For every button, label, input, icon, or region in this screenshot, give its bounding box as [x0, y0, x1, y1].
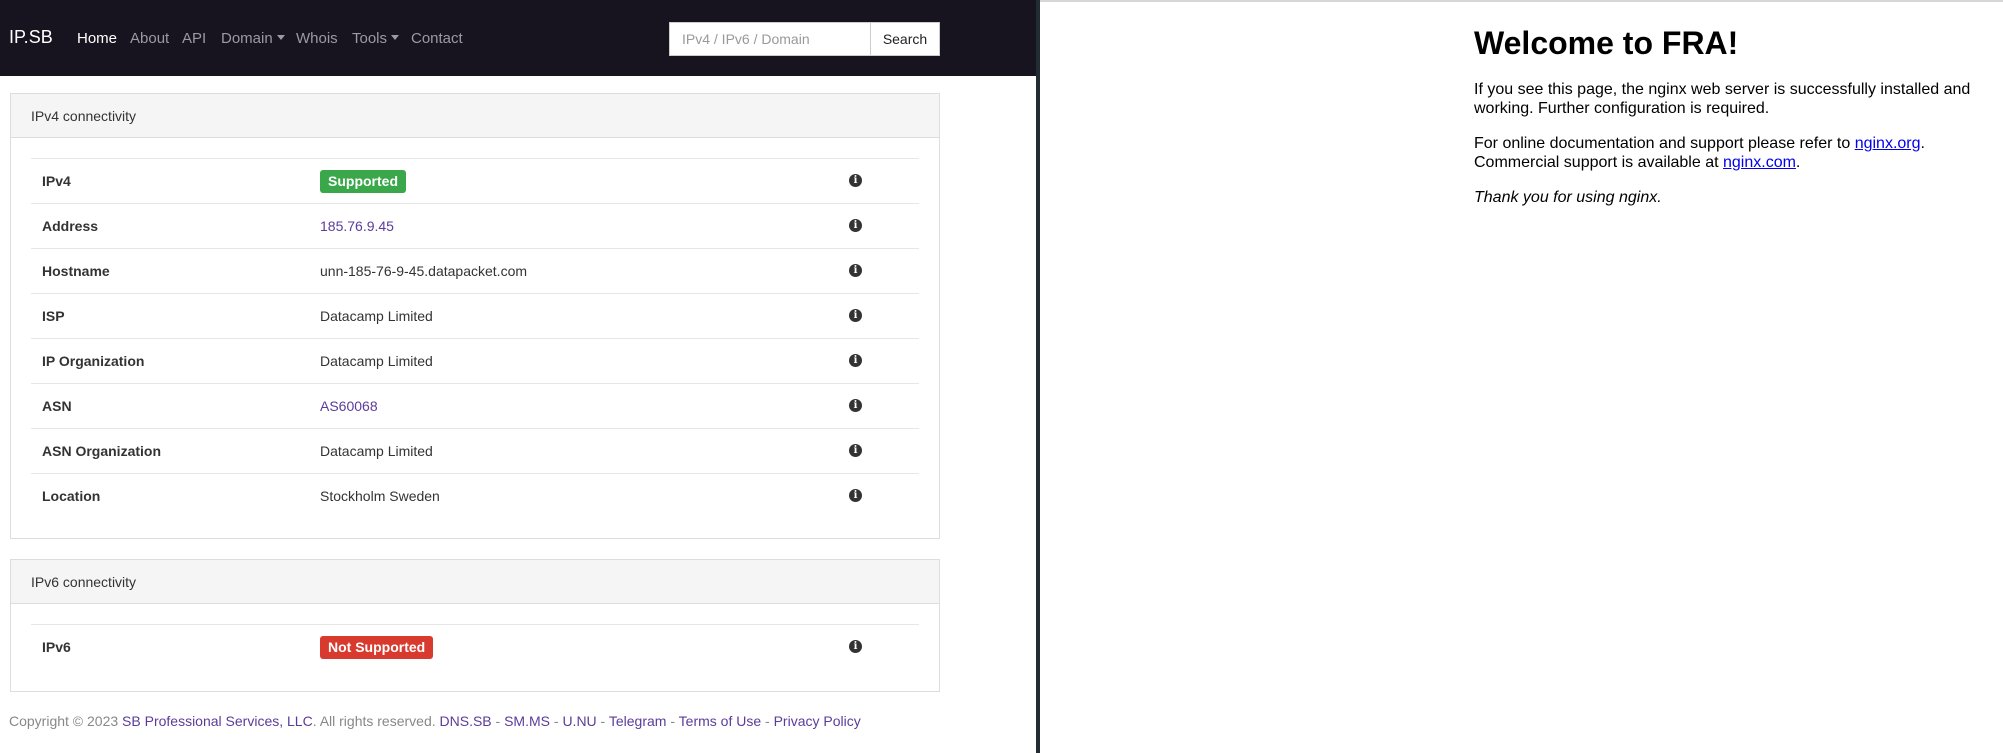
hostname-value: unn-185-76-9-45.datapacket.com: [320, 263, 528, 279]
copyright-text: Copyright © 2023: [9, 713, 123, 729]
asn-link[interactable]: AS60068: [320, 398, 378, 414]
footer-separator: -: [666, 713, 679, 729]
row-label: ASN: [42, 398, 72, 414]
nav-tools-label: Tools: [352, 30, 388, 47]
nav-api[interactable]: API: [182, 30, 206, 47]
ipv6-panel: IPv6 connectivity IPv6 Not Supported i: [10, 559, 940, 692]
row-label: Location: [42, 488, 101, 504]
status-badge-not-supported: Not Supported: [320, 636, 434, 659]
status-badge-supported: Supported: [320, 170, 406, 193]
nginx-paragraph-1: If you see this page, the nginx web serv…: [1474, 81, 1971, 117]
brand-logo[interactable]: IP.SB: [9, 27, 53, 48]
nav-tools-dropdown[interactable]: Tools: [352, 30, 400, 47]
footer-separator: -: [491, 713, 505, 729]
nav-home[interactable]: Home: [77, 30, 117, 47]
nginx-text: For online documentation and support ple…: [1474, 135, 1855, 152]
footer-link-sm-ms[interactable]: SM.MS: [504, 713, 550, 729]
nav-domain-dropdown[interactable]: Domain: [221, 30, 285, 47]
table-row-ip-organization: IP Organization Datacamp Limited i: [31, 338, 919, 383]
info-icon[interactable]: i: [849, 354, 862, 367]
footer: Copyright © 2023 SB Professional Service…: [9, 713, 861, 729]
footer-link-telegram[interactable]: Telegram: [609, 713, 667, 729]
info-icon[interactable]: i: [849, 219, 862, 232]
footer-link-terms[interactable]: Terms of Use: [679, 713, 761, 729]
info-icon[interactable]: i: [849, 444, 862, 457]
page-title: Welcome to FRA!: [1474, 25, 1739, 61]
table-row-ipv4: IPv4 Supported i: [31, 158, 919, 203]
info-icon[interactable]: i: [849, 489, 862, 502]
company-link[interactable]: SB Professional Services, LLC: [122, 713, 313, 729]
nginx-content: Welcome to FRA! If you see this page, th…: [1474, 24, 1974, 223]
asn-organization-value: Datacamp Limited: [320, 443, 433, 459]
nginx-paragraph-3: Thank you for using nginx.: [1474, 188, 1974, 207]
nav-contact[interactable]: Contact: [411, 30, 463, 47]
table-row-ipv6: IPv6 Not Supported i: [31, 624, 919, 669]
nginx-text: .: [1920, 135, 1925, 152]
nav-about[interactable]: About: [130, 30, 169, 47]
search-input[interactable]: [669, 22, 871, 56]
ipv6-panel-heading: IPv6 connectivity: [11, 560, 939, 604]
row-label: Address: [42, 218, 99, 234]
isp-value: Datacamp Limited: [320, 308, 433, 324]
nginx-text: .: [1795, 154, 1801, 171]
footer-separator: -: [596, 713, 609, 729]
table-row-asn: ASN AS60068 i: [31, 383, 919, 428]
navbar: IP.SB Home About API Domain Whois Tools …: [0, 0, 1036, 76]
footer-separator: -: [549, 713, 563, 729]
nav-whois[interactable]: Whois: [296, 30, 338, 47]
ipsb-window: IP.SB Home About API Domain Whois Tools …: [0, 0, 1036, 753]
nav-domain-label: Domain: [221, 30, 273, 47]
table-row-hostname: Hostname unn-185-76-9-45.datapacket.com …: [31, 248, 919, 293]
nginx-paragraph-2: For online documentation and support ple…: [1474, 134, 1974, 172]
footer-link-privacy[interactable]: Privacy Policy: [774, 713, 861, 729]
nginx-window: Welcome to FRA! If you see this page, th…: [1040, 0, 2003, 753]
row-label: IP Organization: [42, 353, 145, 369]
info-icon[interactable]: i: [849, 399, 862, 412]
nginx-thanks: Thank you for using nginx.: [1474, 189, 1662, 206]
location-value: Stockholm Sweden: [320, 488, 440, 504]
info-icon[interactable]: i: [849, 309, 862, 322]
row-label: IPv4: [42, 173, 71, 189]
table-row-address: Address 185.76.9.45 i: [31, 203, 919, 248]
row-label: ISP: [42, 308, 65, 324]
info-icon[interactable]: i: [849, 264, 862, 277]
table-row-asn-organization: ASN Organization Datacamp Limited i: [31, 428, 919, 473]
info-icon[interactable]: i: [849, 174, 862, 187]
ip-organization-value: Datacamp Limited: [320, 353, 433, 369]
ipv4-panel: IPv4 connectivity IPv4 Supported i Addre…: [10, 93, 940, 539]
row-label: ASN Organization: [42, 443, 162, 459]
table-row-location: Location Stockholm Sweden i: [31, 473, 919, 518]
nginx-com-link[interactable]: nginx.com: [1723, 154, 1796, 171]
table-row-isp: ISP Datacamp Limited i: [31, 293, 919, 338]
info-icon[interactable]: i: [849, 640, 862, 653]
ip-address-link[interactable]: 185.76.9.45: [320, 218, 394, 234]
footer-link-dns-sb[interactable]: DNS.SB: [440, 713, 492, 729]
search-button[interactable]: Search: [870, 22, 940, 56]
rights-text: . All rights reserved.: [312, 713, 440, 729]
nginx-text: Commercial support is available at: [1474, 154, 1723, 171]
ipv4-panel-heading: IPv4 connectivity: [11, 94, 939, 138]
chevron-down-icon: [391, 35, 400, 40]
row-label: Hostname: [42, 263, 110, 279]
footer-link-u-nu[interactable]: U.NU: [562, 713, 596, 729]
row-label: IPv6: [42, 639, 71, 655]
nginx-org-link[interactable]: nginx.org: [1855, 135, 1921, 152]
footer-separator: -: [761, 713, 774, 729]
chevron-down-icon: [276, 35, 285, 40]
